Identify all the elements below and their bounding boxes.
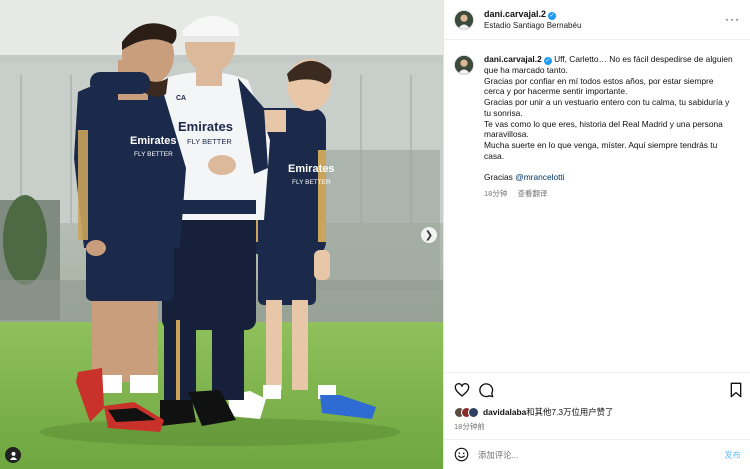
comment-bar: 发布 xyxy=(444,439,750,469)
player-sponsor: Emirates xyxy=(130,135,176,147)
caption-username[interactable]: dani.carvajal.2 xyxy=(484,54,542,64)
verified-badge-icon: ✓ xyxy=(543,57,552,65)
avatar[interactable] xyxy=(454,9,474,30)
caption-line-2: Gracias por confiar en mí todos estos añ… xyxy=(484,75,714,97)
caption-avatar[interactable] xyxy=(454,55,474,75)
post-header: dani.carvajal.2 ✓ Estadio Santiago Bernab… xyxy=(444,0,750,40)
coach-sponsor: Emirates xyxy=(178,119,233,134)
caption-meta: 18分钟 查看翻译 xyxy=(484,189,734,200)
comment-input[interactable] xyxy=(478,449,725,460)
shirt-sponsor: Emirates xyxy=(288,163,334,175)
post-photo[interactable]: Emirates FLY BETTER Emirates FLY BETTER … xyxy=(0,0,443,469)
liker-avatar xyxy=(468,406,479,418)
likes-text[interactable]: davidalaba和其他7.3万位用户赞了 xyxy=(483,406,613,418)
tagged-people-button[interactable] xyxy=(5,447,21,463)
avatar-image xyxy=(455,56,473,74)
mention-link[interactable]: @mrancelotti xyxy=(515,172,564,182)
shirt-sub: FLY BETTER xyxy=(292,179,331,186)
coach-sub: FLY BETTER xyxy=(187,137,232,146)
player-sub: FLY BETTER xyxy=(134,151,173,158)
bookmark-icon[interactable] xyxy=(728,382,744,398)
verified-badge-icon: ✓ xyxy=(548,12,557,20)
location-link[interactable]: Estadio Santiago Bernabéu xyxy=(484,20,581,32)
training-photo: Emirates FLY BETTER Emirates FLY BETTER … xyxy=(0,0,443,469)
post-time: 18分钟前 xyxy=(454,422,485,431)
post-comment-button[interactable]: 发布 xyxy=(724,449,741,461)
caption-line-3: Gracias por unir a un vestuario entero c… xyxy=(484,97,730,118)
caption-line-4: Te vas como lo que eres, historia del Re… xyxy=(484,118,723,140)
thanks-text: Gracias xyxy=(484,172,513,183)
header-username[interactable]: dani.carvajal.2 xyxy=(484,9,546,19)
caption-time: 18分钟 xyxy=(484,188,508,198)
avatar-image xyxy=(455,10,473,29)
likes-rest: 和其他7.3万位用户赞了 xyxy=(526,407,614,417)
emoji-icon[interactable] xyxy=(454,447,469,462)
header-text: dani.carvajal.2 ✓ Estadio Santiago Bernab… xyxy=(484,7,581,32)
person-tag-icon xyxy=(9,451,17,460)
more-options-button[interactable]: ··· xyxy=(725,12,740,26)
caption-block: dani.carvajal.2 ✓ Uff, Carletto… No es fá… xyxy=(444,40,750,199)
likes-user[interactable]: davidalaba xyxy=(483,407,526,417)
likes-summary: davidalaba和其他7.3万位用户赞了 xyxy=(454,406,613,418)
caption-line-5: Mucha suerte en lo que venga, míster. Aq… xyxy=(484,139,718,161)
translate-link[interactable]: 查看翻译 xyxy=(517,189,547,198)
chevron-right-icon: ❯ xyxy=(424,229,434,241)
post-side-panel: dani.carvajal.2 ✓ Estadio Santiago Bernab… xyxy=(443,0,750,469)
coach-initials: CA xyxy=(176,95,186,102)
action-bar xyxy=(444,372,750,406)
carousel-next-button[interactable]: ❯ xyxy=(421,227,437,243)
caption-text: dani.carvajal.2 ✓ Uff, Carletto… No es fá… xyxy=(484,54,734,199)
comment-icon[interactable] xyxy=(478,382,494,398)
heart-icon[interactable] xyxy=(454,382,470,398)
